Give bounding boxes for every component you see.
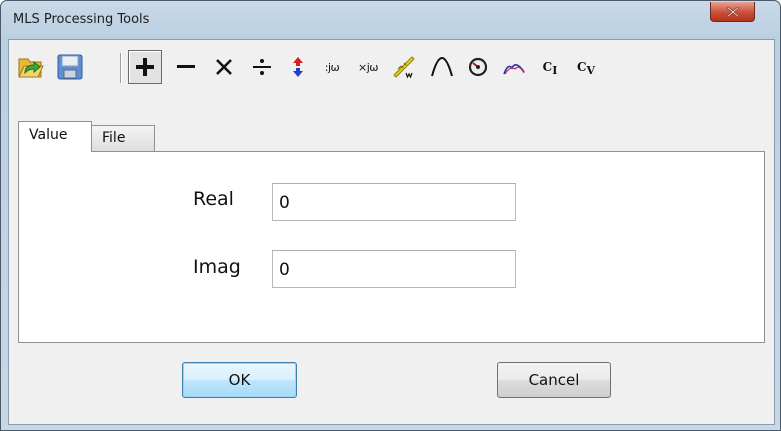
subtract-button[interactable]	[169, 50, 203, 84]
ci-button[interactable]: CI	[533, 50, 567, 84]
multiply-jw-button[interactable]: ×jω	[351, 50, 385, 84]
divide-button[interactable]	[245, 50, 279, 84]
imag-input[interactable]	[272, 250, 516, 288]
add-button[interactable]	[128, 50, 162, 84]
tab-value[interactable]: Value	[18, 121, 92, 152]
window-title: MLS Processing Tools	[13, 12, 150, 27]
tab-file[interactable]: File	[91, 125, 155, 151]
real-label: Real	[193, 188, 234, 210]
peak-curve-button[interactable]	[425, 50, 459, 84]
close-icon	[726, 6, 739, 17]
smooth-curve-button[interactable]	[497, 50, 531, 84]
cancel-button[interactable]: Cancel	[497, 362, 611, 398]
open-file-button[interactable]	[13, 50, 47, 84]
multiply-icon	[216, 59, 232, 75]
ok-button[interactable]: OK	[182, 362, 297, 398]
dialog-client: :jω ×jω CI CV Value File Real 0 Imag 0 O…	[8, 39, 775, 425]
subtract-icon	[177, 65, 195, 68]
close-button[interactable]	[710, 2, 755, 22]
imag-label: Imag	[193, 256, 241, 278]
save-icon	[57, 54, 83, 80]
value-panel: Real Imag	[18, 151, 765, 343]
open-file-icon	[18, 58, 44, 78]
tab-file-label: File	[102, 130, 126, 146]
ok-button-label: OK	[228, 371, 251, 389]
toolbar-separator	[120, 53, 122, 83]
tab-value-label: Value	[29, 127, 68, 143]
cancel-button-label: Cancel	[528, 371, 580, 389]
smooth-curve-icon	[503, 64, 525, 75]
swap-icon	[293, 57, 303, 77]
peak-curve-icon	[431, 57, 453, 77]
ci-icon: CI	[542, 60, 558, 77]
dialog-window: MLS Processing Tools:jω ×jω CI CV Value…	[0, 0, 781, 431]
cv-button[interactable]: CV	[569, 50, 603, 84]
divide-icon	[253, 59, 271, 75]
multiply-jw-icon: ×jω	[358, 60, 378, 74]
dial-icon	[468, 57, 488, 77]
title-bar[interactable]: MLS Processing Tools	[1, 1, 780, 39]
real-input[interactable]	[272, 183, 516, 221]
divide-jw-icon: :jω	[324, 60, 340, 74]
spl-w-button[interactable]	[387, 50, 421, 84]
save-button[interactable]	[53, 50, 87, 84]
swap-button[interactable]	[281, 50, 315, 84]
add-icon	[136, 58, 154, 76]
cv-icon: CV	[576, 60, 596, 77]
dial-button[interactable]	[461, 50, 495, 84]
spl-w-icon	[393, 56, 415, 79]
toolbar: :jω ×jω CI CV	[9, 40, 774, 104]
multiply-button[interactable]	[207, 50, 241, 84]
divide-jw-button[interactable]: :jω	[315, 50, 349, 84]
